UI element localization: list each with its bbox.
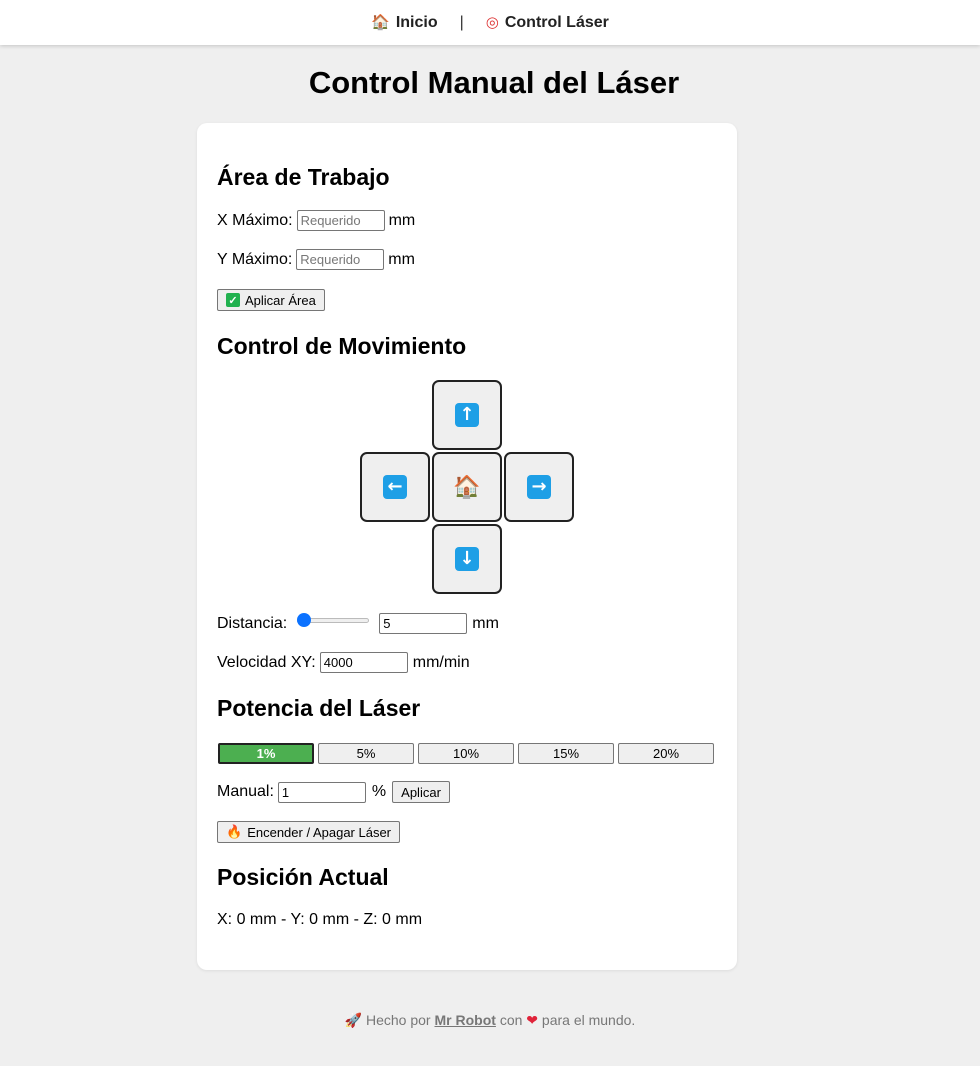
nav-home-label: Inicio <box>395 13 438 31</box>
position-heading: Posición Actual <box>217 864 389 890</box>
toggle-laser-button[interactable]: 🔥 Encender / Apagar Láser <box>217 821 401 843</box>
speed-row: Velocidad XY: mm/min <box>217 652 470 673</box>
x-max-label: X Máximo: <box>217 211 293 229</box>
distance-input[interactable] <box>379 613 468 634</box>
house-icon: 🏠 <box>371 13 390 31</box>
distance-slider-thumb[interactable] <box>297 612 312 627</box>
nav-link-home[interactable]: 🏠 Inicio <box>367 14 441 32</box>
nav-separator: | <box>459 13 464 31</box>
power-preset-3[interactable]: 15% <box>518 743 614 764</box>
apply-area-label: Aplicar Área <box>245 292 316 308</box>
move-left-button[interactable]: ← <box>360 452 430 522</box>
move-up-button[interactable]: ↑ <box>432 380 502 450</box>
power-preset-0[interactable]: 1% <box>218 743 314 764</box>
house-icon: 🏠 <box>453 474 481 500</box>
apply-area-button[interactable]: ✓ Aplicar Área <box>217 289 325 311</box>
arrow-up-icon: ↑ <box>455 403 479 427</box>
arrow-left-icon: ← <box>383 475 407 499</box>
speed-input[interactable] <box>319 652 408 673</box>
manual-power-unit: % <box>371 783 387 800</box>
target-icon: ◎ <box>485 13 499 31</box>
power-preset-2[interactable]: 10% <box>418 743 514 764</box>
y-max-unit: mm <box>388 250 415 268</box>
movement-heading: Control de Movimiento <box>217 333 467 359</box>
nav-control-label: Control Láser <box>504 13 609 31</box>
apply-power-button[interactable]: Aplicar <box>392 781 450 803</box>
y-max-label: Y Máximo: <box>217 250 293 268</box>
power-heading: Potencia del Láser <box>217 695 421 721</box>
power-preset-bar: 1% 5% 10% 15% 20% <box>218 743 714 764</box>
manual-power-input[interactable] <box>277 781 366 803</box>
page-title: Control Manual del Láser <box>308 65 680 100</box>
x-max-input[interactable] <box>296 210 385 231</box>
work-area-heading: Área de Trabajo <box>217 164 390 190</box>
footer-prefix: Hecho por <box>366 1012 431 1028</box>
move-right-button[interactable]: → <box>504 452 574 522</box>
speed-unit: mm/min <box>412 653 470 671</box>
speed-label: Velocidad XY: <box>217 653 316 671</box>
arrow-right-icon: → <box>527 475 551 499</box>
move-down-button[interactable]: ↓ <box>432 524 502 594</box>
rocket-icon: 🚀 <box>344 1013 363 1029</box>
home-position-button[interactable]: 🏠 <box>432 452 502 522</box>
distance-slider[interactable] <box>297 612 370 628</box>
arrow-down-icon: ↓ <box>455 547 479 571</box>
y-max-row: Y Máximo: mm <box>217 249 415 270</box>
footer-middle: con <box>499 1012 523 1028</box>
manual-power-label: Manual: <box>217 783 274 800</box>
direction-pad: ↑ ← 🏠 → ↓ <box>360 380 574 594</box>
manual-power-row: Manual: % Aplicar <box>217 781 450 803</box>
distance-row: Distancia: mm <box>217 612 499 634</box>
power-preset-1[interactable]: 5% <box>318 743 414 764</box>
footer-suffix: para el mundo. <box>541 1012 636 1028</box>
heart-icon: ❤ <box>526 1013 539 1029</box>
top-nav: 🏠 Inicio | ◎ Control Láser <box>0 0 980 45</box>
nav-link-laser-control[interactable]: ◎ Control Láser <box>482 14 613 32</box>
current-position-text: X: 0 mm - Y: 0 mm - Z: 0 mm <box>217 911 423 928</box>
x-max-unit: mm <box>388 211 416 229</box>
distance-unit: mm <box>472 614 499 632</box>
author-link[interactable]: Mr Robot <box>434 1012 495 1028</box>
control-card: Área de Trabajo X Máximo: mm Y Máximo: m… <box>197 123 737 970</box>
toggle-laser-label: Encender / Apagar Láser <box>247 824 392 840</box>
power-preset-4[interactable]: 20% <box>618 743 714 764</box>
check-box-icon: ✓ <box>226 293 240 307</box>
x-max-row: X Máximo: mm <box>217 210 415 231</box>
footer: 🚀 Hecho por Mr Robot con ❤ para el mundo… <box>0 1012 980 1029</box>
fire-icon: 🔥 <box>226 824 243 840</box>
y-max-input[interactable] <box>296 249 385 270</box>
distance-label: Distancia: <box>217 614 288 632</box>
